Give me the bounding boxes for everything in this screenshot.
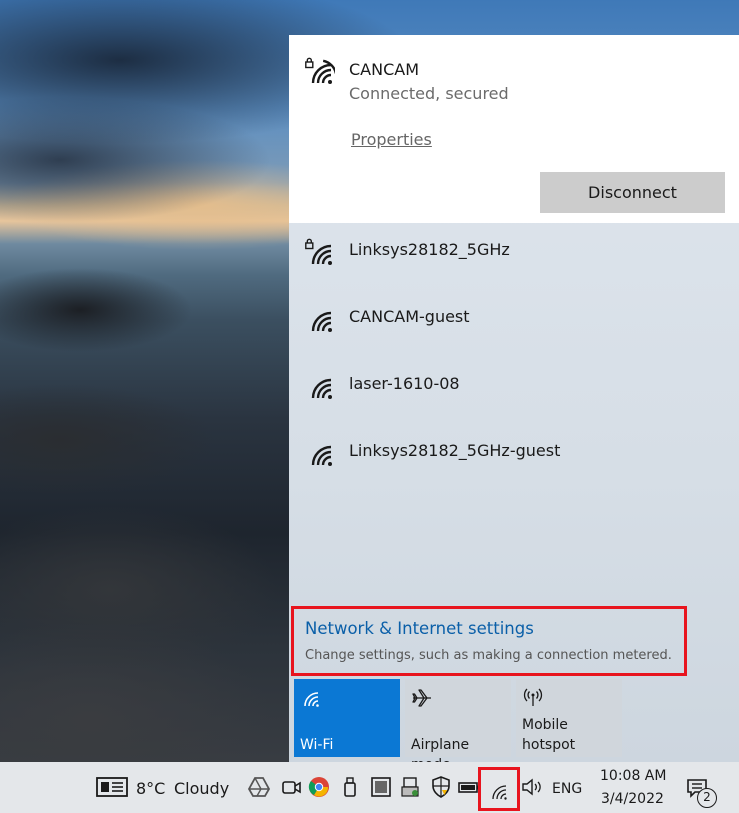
- airplane-mode-tile[interactable]: Airplane mode: [405, 679, 511, 773]
- weather-news-icon[interactable]: [96, 775, 128, 799]
- camera-icon[interactable]: [279, 775, 303, 799]
- google-drive-icon[interactable]: [247, 775, 271, 799]
- wifi-icon: [305, 439, 335, 469]
- network-settings-title: Network & Internet settings: [305, 619, 534, 638]
- taskbar: 8°C Cloudy ENG 10:08 AM 3/4/2022 2: [0, 762, 739, 813]
- input-language[interactable]: ENG: [552, 781, 582, 797]
- hotspot-tile-label: Mobile: [522, 717, 568, 733]
- wifi-toggle-tile[interactable]: Wi-Fi: [294, 679, 400, 757]
- network-ssid: Linksys28182_5GHz: [349, 240, 510, 259]
- wallpaper-rocks: [0, 260, 300, 762]
- network-ssid: laser-1610-08: [349, 374, 460, 393]
- secured-wifi-icon: [305, 238, 335, 268]
- hotspot-tile-label-2: hotspot: [522, 737, 576, 753]
- wifi-icon: [305, 372, 335, 402]
- network-item[interactable]: Linksys28182_5GHz-guest: [289, 425, 739, 485]
- network-item[interactable]: Linksys28182_5GHz: [289, 224, 739, 284]
- network-item[interactable]: CANCAM-guest: [289, 291, 739, 351]
- usb-drive-icon[interactable]: [338, 775, 362, 799]
- clock-date[interactable]: 3/4/2022: [601, 791, 664, 807]
- display-app-icon[interactable]: [369, 775, 393, 799]
- weather-temperature[interactable]: 8°C: [136, 779, 165, 798]
- volume-icon[interactable]: [521, 775, 545, 799]
- safely-remove-hardware-icon[interactable]: [398, 775, 422, 799]
- disconnect-button[interactable]: Disconnect: [540, 172, 725, 213]
- wifi-tile-label: Wi-Fi: [300, 737, 334, 753]
- network-settings-link[interactable]: Network & Internet settings Change setti…: [291, 606, 687, 676]
- connection-status: Connected, secured: [349, 84, 509, 103]
- network-flyout: CANCAM Connected, secured Properties Dis…: [289, 35, 739, 773]
- wifi-icon: [489, 781, 509, 801]
- hotspot-icon: [522, 687, 544, 709]
- network-item[interactable]: laser-1610-08: [289, 358, 739, 418]
- wifi-icon: [300, 687, 322, 709]
- wifi-icon: [305, 305, 335, 335]
- network-settings-subtitle: Change settings, such as making a connec…: [305, 648, 672, 663]
- secured-wifi-icon: [305, 57, 335, 87]
- windows-security-icon[interactable]: [429, 775, 453, 799]
- connected-ssid: CANCAM: [349, 60, 420, 79]
- network-ssid: CANCAM-guest: [349, 307, 470, 326]
- clock-time[interactable]: 10:08 AM: [600, 768, 666, 784]
- connected-network-card[interactable]: CANCAM Connected, secured Properties Dis…: [289, 35, 739, 223]
- mobile-hotspot-tile[interactable]: Mobile hotspot: [516, 679, 622, 757]
- network-ssid: Linksys28182_5GHz-guest: [349, 441, 561, 460]
- airplane-icon: [411, 687, 433, 709]
- notification-count-badge: 2: [697, 788, 717, 808]
- properties-link[interactable]: Properties: [351, 130, 432, 149]
- network-tray-button[interactable]: [478, 767, 520, 811]
- chrome-icon[interactable]: [307, 775, 331, 799]
- weather-condition[interactable]: Cloudy: [174, 779, 229, 798]
